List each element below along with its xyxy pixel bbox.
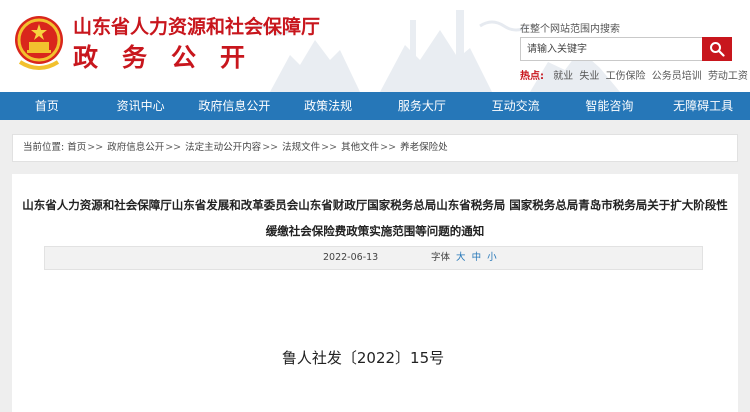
hot-keyword[interactable]: 工伤保险 bbox=[606, 71, 646, 82]
nav-item-smart-consult[interactable]: 智能咨询 bbox=[563, 92, 657, 120]
breadcrumb-label: 当前位置: bbox=[23, 142, 65, 153]
main-nav: 首页 资讯中心 政府信息公开 政策法规 服务大厅 互动交流 智能咨询 无障碍工具 bbox=[0, 92, 750, 120]
article-container: 山东省人力资源和社会保障厅山东省发展和改革委员会山东省财政厅国家税务总局山东省税… bbox=[12, 174, 738, 412]
breadcrumb-separator: >> bbox=[165, 142, 182, 153]
site-subtitle: 政务公开 bbox=[73, 43, 270, 72]
breadcrumb-item[interactable]: 养老保险处 bbox=[400, 142, 448, 153]
publish-date: 2022-06-13 bbox=[323, 252, 379, 263]
article-meta-bar: 2022-06-13 字体 大 中 小 bbox=[44, 246, 703, 270]
font-size-medium[interactable]: 中 bbox=[472, 252, 482, 263]
hot-keyword[interactable]: 就业 bbox=[553, 71, 573, 82]
document-number: 鲁人社发〔2022〕15号 bbox=[281, 349, 445, 367]
breadcrumb-separator: >> bbox=[321, 142, 338, 153]
site-title: 山东省人力资源和社会保障厅 bbox=[73, 16, 321, 38]
font-size-controls: 字体 大 中 小 bbox=[431, 247, 497, 269]
nav-item-home[interactable]: 首页 bbox=[0, 92, 94, 120]
breadcrumb: 当前位置: 首页>> 政府信息公开>> 法定主动公开内容>> 法规文件>> 其他… bbox=[12, 134, 738, 162]
nav-item-policy[interactable]: 政策法规 bbox=[281, 92, 375, 120]
breadcrumb-item[interactable]: 政府信息公开 bbox=[107, 142, 164, 153]
search-icon bbox=[710, 42, 725, 57]
breadcrumb-separator: >> bbox=[87, 142, 104, 153]
hot-keywords: 热点: 就业 失业 工伤保险 公务员培训 劳动工资 bbox=[520, 67, 750, 82]
national-emblem-icon bbox=[15, 16, 63, 70]
article-title: 山东省人力资源和社会保障厅山东省发展和改革委员会山东省财政厅国家税务总局山东省税… bbox=[22, 198, 728, 238]
hot-keyword[interactable]: 公务员培训 bbox=[652, 71, 702, 82]
hot-keyword[interactable]: 劳动工资 bbox=[708, 71, 748, 82]
search-input[interactable] bbox=[521, 38, 701, 60]
hot-keyword[interactable]: 失业 bbox=[579, 71, 599, 82]
search-box bbox=[520, 37, 732, 61]
breadcrumb-item[interactable]: 法定主动公开内容 bbox=[185, 142, 261, 153]
site-header: 山东省人力资源和社会保障厅 政务公开 在整个网站范围内搜索 热点: 就业 失业 … bbox=[0, 0, 750, 92]
breadcrumb-item[interactable]: 其他文件 bbox=[341, 142, 379, 153]
nav-item-gov-info[interactable]: 政府信息公开 bbox=[188, 92, 282, 120]
nav-item-service-hall[interactable]: 服务大厅 bbox=[375, 92, 469, 120]
breadcrumb-item[interactable]: 首页 bbox=[67, 142, 86, 153]
nav-item-news[interactable]: 资讯中心 bbox=[94, 92, 188, 120]
font-size-label: 字体 bbox=[431, 252, 451, 263]
main-area: 当前位置: 首页>> 政府信息公开>> 法定主动公开内容>> 法规文件>> 其他… bbox=[0, 120, 750, 412]
hot-keywords-label: 热点: bbox=[520, 71, 544, 82]
breadcrumb-item[interactable]: 法规文件 bbox=[282, 142, 320, 153]
nav-item-accessibility[interactable]: 无障碍工具 bbox=[656, 92, 750, 120]
font-size-small[interactable]: 小 bbox=[487, 252, 497, 263]
breadcrumb-separator: >> bbox=[262, 142, 279, 153]
breadcrumb-separator: >> bbox=[380, 142, 397, 153]
search-button[interactable] bbox=[702, 37, 732, 61]
search-caption: 在整个网站范围内搜索 bbox=[520, 24, 620, 35]
font-size-large[interactable]: 大 bbox=[456, 252, 466, 263]
nav-item-interaction[interactable]: 互动交流 bbox=[469, 92, 563, 120]
